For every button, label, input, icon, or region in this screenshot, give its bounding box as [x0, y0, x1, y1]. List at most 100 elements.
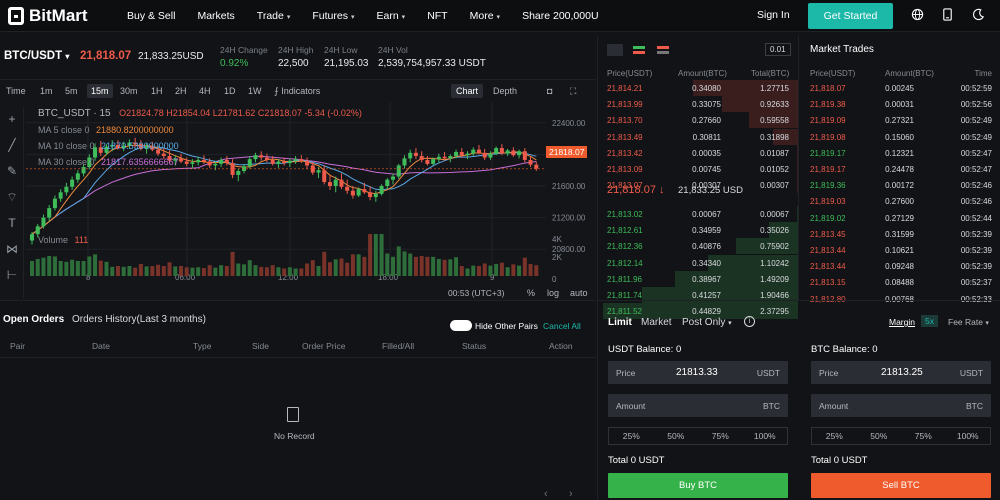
- bid-row[interactable]: 21,811.96 0.38967 1.49209: [598, 270, 798, 287]
- tab-orders-history[interactable]: Orders History(Last 3 months): [72, 314, 206, 325]
- get-started-button[interactable]: Get Started: [808, 3, 893, 29]
- pair-selector[interactable]: BTC/USDT ▾: [4, 50, 69, 62]
- sell-pct-75[interactable]: 75%: [901, 428, 946, 444]
- depth-bar: [797, 206, 798, 222]
- sell-price-input[interactable]: Price 21813.25 USDT: [811, 361, 991, 384]
- sell-pct-25[interactable]: 25%: [812, 428, 857, 444]
- tf-5m[interactable]: 5m: [65, 86, 78, 96]
- sell-button[interactable]: Sell BTC: [811, 473, 991, 498]
- bid-price: 21,812.36: [607, 242, 643, 252]
- candle-body: [327, 182, 332, 186]
- next-page-button[interactable]: ›: [569, 488, 573, 500]
- ask-row[interactable]: 21,813.07 0.00307 0.00307: [598, 177, 798, 194]
- tf-1m[interactable]: 1m: [40, 86, 53, 96]
- tf-2h[interactable]: 2H: [175, 86, 187, 96]
- post-only-select[interactable]: Post Only ▾: [682, 317, 732, 328]
- nav-item-1[interactable]: Markets: [197, 10, 234, 22]
- prev-page-button[interactable]: ‹: [544, 488, 548, 500]
- chevron-down-icon: ▾: [350, 14, 355, 21]
- buy-pct-75[interactable]: 75%: [698, 428, 743, 444]
- depth-view-button[interactable]: Depth: [488, 84, 522, 98]
- nav-item-0[interactable]: Buy & Sell: [127, 10, 175, 22]
- sell-pct-100[interactable]: 100%: [946, 428, 991, 444]
- tab-limit[interactable]: Limit: [608, 317, 632, 328]
- tf-4h[interactable]: 4H: [199, 86, 211, 96]
- percent-toggle[interactable]: %: [527, 288, 535, 298]
- sign-in-link[interactable]: Sign In: [757, 9, 790, 21]
- brush-icon[interactable]: ✎: [4, 164, 20, 178]
- nav-item-3[interactable]: Futures ▾: [312, 10, 354, 22]
- precision-select[interactable]: 0.01: [765, 43, 791, 56]
- sell-amount-input[interactable]: Amount BTC: [811, 394, 991, 417]
- download-icon[interactable]: [940, 8, 954, 22]
- measure-icon[interactable]: ⊢: [4, 268, 20, 282]
- tab-open-orders[interactable]: Open Orders: [3, 314, 64, 325]
- chart-view-button[interactable]: Chart: [451, 84, 484, 98]
- log-toggle[interactable]: log: [547, 288, 559, 298]
- camera-icon[interactable]: ◘: [547, 86, 552, 96]
- buy-button[interactable]: Buy BTC: [608, 473, 788, 498]
- bid-row[interactable]: 21,812.14 0.34340 1.10242: [598, 254, 798, 271]
- volume-bar: [264, 267, 269, 276]
- tab-market[interactable]: Market: [641, 317, 672, 328]
- orderbook-bids-icon[interactable]: [631, 44, 647, 56]
- tf-1w[interactable]: 1W: [248, 86, 262, 96]
- candle-body: [345, 186, 350, 191]
- ask-row[interactable]: 21,813.99 0.33075 0.92633: [598, 96, 798, 113]
- ma30-line: [31, 155, 537, 235]
- trade-price: 21,819.08: [810, 132, 846, 142]
- nav-item-7[interactable]: Share 200,000U: [522, 10, 598, 22]
- trade-time: 00:52:44: [960, 213, 992, 223]
- crosshair-icon[interactable]: +: [4, 112, 20, 126]
- fee-rate-select[interactable]: Fee Rate ▾: [948, 317, 989, 327]
- margin-link[interactable]: Margin: [889, 317, 915, 327]
- globe-icon[interactable]: [910, 8, 924, 22]
- chart-clock: 00:53 (UTC+3): [448, 288, 505, 298]
- pattern-icon[interactable]: ⋈: [4, 242, 20, 256]
- nav-item-5[interactable]: NFT: [427, 10, 447, 22]
- ask-row[interactable]: 21,814.21 0.34080 1.27715: [598, 80, 798, 96]
- bid-row[interactable]: 21,812.61 0.34959 0.35026: [598, 222, 798, 239]
- tf-30m[interactable]: 30m: [120, 86, 138, 96]
- trade-amount: 0.00172: [885, 181, 914, 191]
- indicators-button[interactable]: ⨍ Indicators: [274, 86, 320, 97]
- nav-item-4[interactable]: Earn ▾: [376, 10, 405, 22]
- text-tool-icon[interactable]: T: [4, 216, 20, 230]
- nav-item-2[interactable]: Trade ▾: [257, 10, 291, 22]
- buy-pct-25[interactable]: 25%: [609, 428, 654, 444]
- bitmart-logo[interactable]: BitMart: [8, 6, 88, 26]
- ask-row[interactable]: 21,813.42 0.00035 0.01087: [598, 144, 798, 161]
- tf-15m[interactable]: 15m: [87, 84, 113, 98]
- cancel-all-button[interactable]: Cancel All: [543, 321, 581, 331]
- buy-amount-input[interactable]: Amount BTC: [608, 394, 788, 417]
- hide-pairs-toggle[interactable]: [450, 320, 472, 331]
- bid-row[interactable]: 21,812.36 0.40876 0.75902: [598, 238, 798, 255]
- ask-row[interactable]: 21,813.09 0.00745 0.01052: [598, 161, 798, 177]
- bid-price: 21,812.61: [607, 226, 643, 236]
- ask-price: 21,813.42: [607, 148, 643, 158]
- no-record-text: No Record: [274, 431, 315, 441]
- orderbook-asks-icon[interactable]: [655, 44, 671, 56]
- tf-1h[interactable]: 1H: [151, 86, 163, 96]
- buy-price-input[interactable]: Price 21813.33 USDT: [608, 361, 788, 384]
- market-trades: Market Trades Price(USDT) Amount(BTC) Ti…: [800, 36, 1000, 304]
- trend-line-icon[interactable]: ╱: [4, 138, 20, 152]
- moon-icon[interactable]: [971, 8, 985, 22]
- bid-row[interactable]: 21,813.02 0.00067 0.00067: [598, 206, 798, 222]
- fullscreen-icon[interactable]: ⛶: [570, 86, 576, 97]
- ask-row[interactable]: 21,813.49 0.30811 0.31898: [598, 128, 798, 145]
- volume-bar: [213, 267, 218, 276]
- buy-pct-100[interactable]: 100%: [743, 428, 788, 444]
- ask-total: 0.31898: [760, 132, 789, 142]
- buy-pct-50[interactable]: 50%: [654, 428, 699, 444]
- tf-1d[interactable]: 1D: [224, 86, 236, 96]
- sell-pct-50[interactable]: 50%: [857, 428, 902, 444]
- auto-toggle[interactable]: auto: [570, 288, 588, 298]
- leverage-badge[interactable]: 5x: [921, 315, 938, 327]
- info-icon[interactable]: i: [744, 316, 755, 327]
- nav-item-6[interactable]: More ▾: [470, 10, 500, 22]
- orderbook-both-icon[interactable]: [607, 44, 623, 56]
- ask-row[interactable]: 21,813.70 0.27660 0.59558: [598, 112, 798, 129]
- shape-icon[interactable]: ⌔: [4, 190, 20, 204]
- candle-body: [488, 153, 493, 158]
